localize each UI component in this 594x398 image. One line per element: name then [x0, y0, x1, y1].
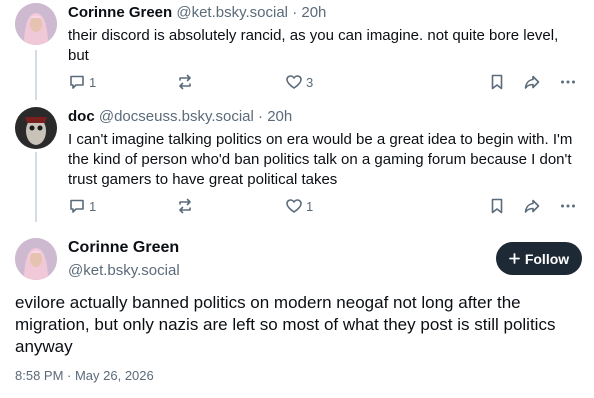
reply-post[interactable]: Corinne Green @ket.bsky.social · 20h the… — [0, 0, 594, 100]
post-text: I can't imagine talking politics on era … — [68, 131, 573, 188]
like-icon — [286, 75, 302, 89]
bookmark-button[interactable] — [488, 197, 506, 215]
post-time[interactable]: 20h — [267, 108, 292, 125]
post-timestamp[interactable]: 8:58 PM · May 26, 2026 — [15, 368, 154, 383]
post-header: doc @docseuss.bsky.social · 20h — [68, 108, 292, 125]
post-text: their discord is absolutely rancid, as y… — [68, 27, 559, 64]
post-time[interactable]: 20h — [301, 4, 326, 21]
separator-dot: · — [292, 4, 298, 21]
reply-icon — [70, 199, 84, 213]
repost-button[interactable] — [176, 73, 194, 91]
more-icon — [561, 80, 575, 84]
author-name[interactable]: Corinne Green — [68, 4, 172, 21]
like-count: 3 — [306, 74, 314, 90]
post-header: Corinne Green @ket.bsky.social · 20h — [68, 4, 326, 21]
repost-icon — [179, 74, 191, 90]
post-text: evilore actually banned politics on mode… — [15, 293, 556, 356]
post-actions: 1 1 — [68, 197, 583, 219]
like-button[interactable]: 3 — [285, 73, 313, 91]
author-handle[interactable]: @ket.bsky.social — [68, 262, 180, 279]
follow-button[interactable]: Follow — [496, 242, 582, 275]
author-name[interactable]: doc — [68, 108, 95, 125]
avatar[interactable] — [15, 3, 57, 45]
like-icon — [286, 199, 302, 213]
reply-button[interactable]: 1 — [68, 197, 96, 215]
author-handle[interactable]: @docseuss.bsky.social — [99, 108, 254, 125]
reply-icon — [70, 75, 84, 89]
reply-button[interactable]: 1 — [68, 73, 96, 91]
like-button[interactable]: 1 — [285, 197, 313, 215]
avatar[interactable] — [15, 107, 57, 149]
reply-count: 1 — [89, 198, 97, 214]
more-button[interactable] — [559, 197, 577, 215]
bookmark-button[interactable] — [488, 73, 506, 91]
reply-post[interactable]: doc @docseuss.bsky.social · 20h I can't … — [0, 100, 594, 226]
author-handle[interactable]: @ket.bsky.social — [176, 4, 288, 21]
share-icon — [524, 199, 540, 213]
like-count: 1 — [306, 198, 314, 214]
repost-icon — [179, 198, 191, 214]
share-icon — [524, 75, 540, 89]
author-name[interactable]: Corinne Green — [68, 239, 179, 257]
separator-dot: · — [258, 108, 264, 125]
plus-icon — [508, 253, 520, 264]
follow-label: Follow — [524, 250, 570, 267]
more-icon — [561, 204, 575, 208]
repost-button[interactable] — [176, 197, 194, 215]
share-button[interactable] — [523, 73, 541, 91]
bookmark-icon — [491, 74, 503, 90]
share-button[interactable] — [523, 197, 541, 215]
avatar[interactable] — [15, 238, 57, 280]
more-button[interactable] — [559, 73, 577, 91]
reply-count: 1 — [89, 74, 97, 90]
bookmark-icon — [491, 198, 503, 214]
post-actions: 1 3 — [68, 73, 583, 95]
